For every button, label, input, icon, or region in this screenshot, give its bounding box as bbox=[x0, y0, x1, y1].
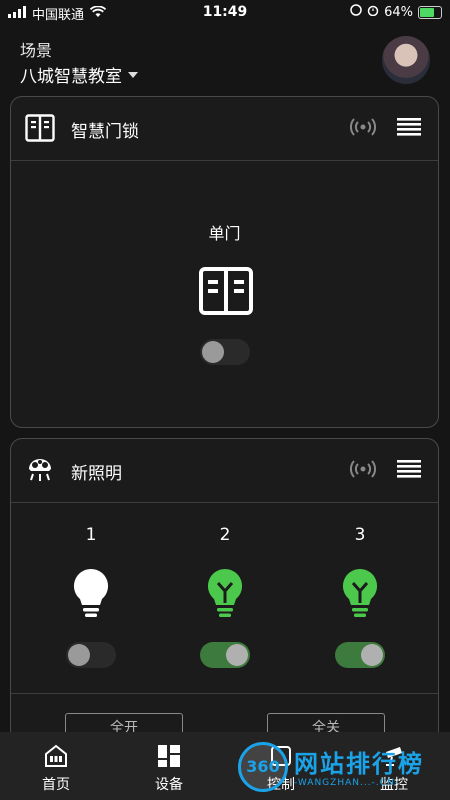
card-header: 新照明 bbox=[11, 439, 438, 503]
card-title: 新照明 bbox=[71, 464, 122, 484]
light-label: 1 bbox=[85, 525, 97, 545]
door-icon bbox=[25, 114, 55, 146]
battery-level bbox=[420, 7, 435, 17]
status-right: 64% bbox=[350, 4, 442, 20]
menu-icon[interactable] bbox=[397, 117, 421, 141]
toggle-knob bbox=[202, 341, 224, 363]
tab-home[interactable]: 首页 bbox=[0, 732, 112, 800]
smart-lock-card: 智慧门锁 单门 bbox=[10, 96, 439, 428]
toggle-knob bbox=[361, 644, 383, 666]
alarm-icon bbox=[367, 4, 379, 20]
scene-label: 场景 bbox=[20, 41, 53, 60]
door-icon bbox=[199, 267, 253, 319]
avatar[interactable] bbox=[382, 36, 430, 84]
light-label: 2 bbox=[219, 525, 231, 545]
menu-icon[interactable] bbox=[397, 459, 421, 483]
home-icon bbox=[44, 744, 68, 772]
lightbulb-icon bbox=[71, 567, 111, 623]
light-toggle[interactable] bbox=[335, 642, 385, 668]
light-label: 3 bbox=[354, 525, 366, 545]
orientation-lock-icon bbox=[350, 4, 362, 20]
light-toggle[interactable] bbox=[200, 642, 250, 668]
lightbulb-icon bbox=[340, 567, 380, 623]
tab-devices[interactable]: 设备 bbox=[113, 732, 225, 800]
door-lock-toggle[interactable] bbox=[200, 339, 250, 365]
divider bbox=[11, 693, 438, 694]
door-label: 单门 bbox=[208, 224, 241, 243]
watermark-subtext: -WANGZHAN...-.CN- bbox=[294, 778, 399, 788]
scene-name: 八城智慧教室 bbox=[20, 67, 122, 87]
tab-label: 首页 bbox=[42, 777, 70, 793]
watermark-text: 网站排行榜 bbox=[294, 750, 424, 778]
status-bar: 中国联通 11:49 64% bbox=[0, 0, 450, 26]
tab-label: 设备 bbox=[155, 777, 183, 793]
toggle-knob bbox=[68, 644, 90, 666]
scene-selector[interactable]: 八城智慧教室 bbox=[20, 62, 138, 87]
lightbulb-icon bbox=[205, 567, 245, 623]
signal-icon[interactable] bbox=[349, 117, 377, 141]
battery-percent: 64% bbox=[384, 4, 413, 20]
light-toggle[interactable] bbox=[66, 642, 116, 668]
watermark: 360 网站排行榜 -WANGZHAN...-.CN- bbox=[232, 738, 446, 798]
card-title: 智慧门锁 bbox=[71, 122, 139, 142]
toggle-knob bbox=[226, 644, 248, 666]
watermark-logo: 360 bbox=[238, 742, 288, 792]
card-header: 智慧门锁 bbox=[11, 97, 438, 161]
caret-down-icon bbox=[128, 71, 138, 78]
lighting-card: 新照明 1 2 3 全开 全关 bbox=[10, 438, 439, 758]
grid-icon bbox=[157, 744, 181, 772]
ceiling-light-icon bbox=[25, 456, 55, 488]
signal-icon[interactable] bbox=[349, 459, 377, 483]
battery-icon bbox=[418, 5, 442, 19]
